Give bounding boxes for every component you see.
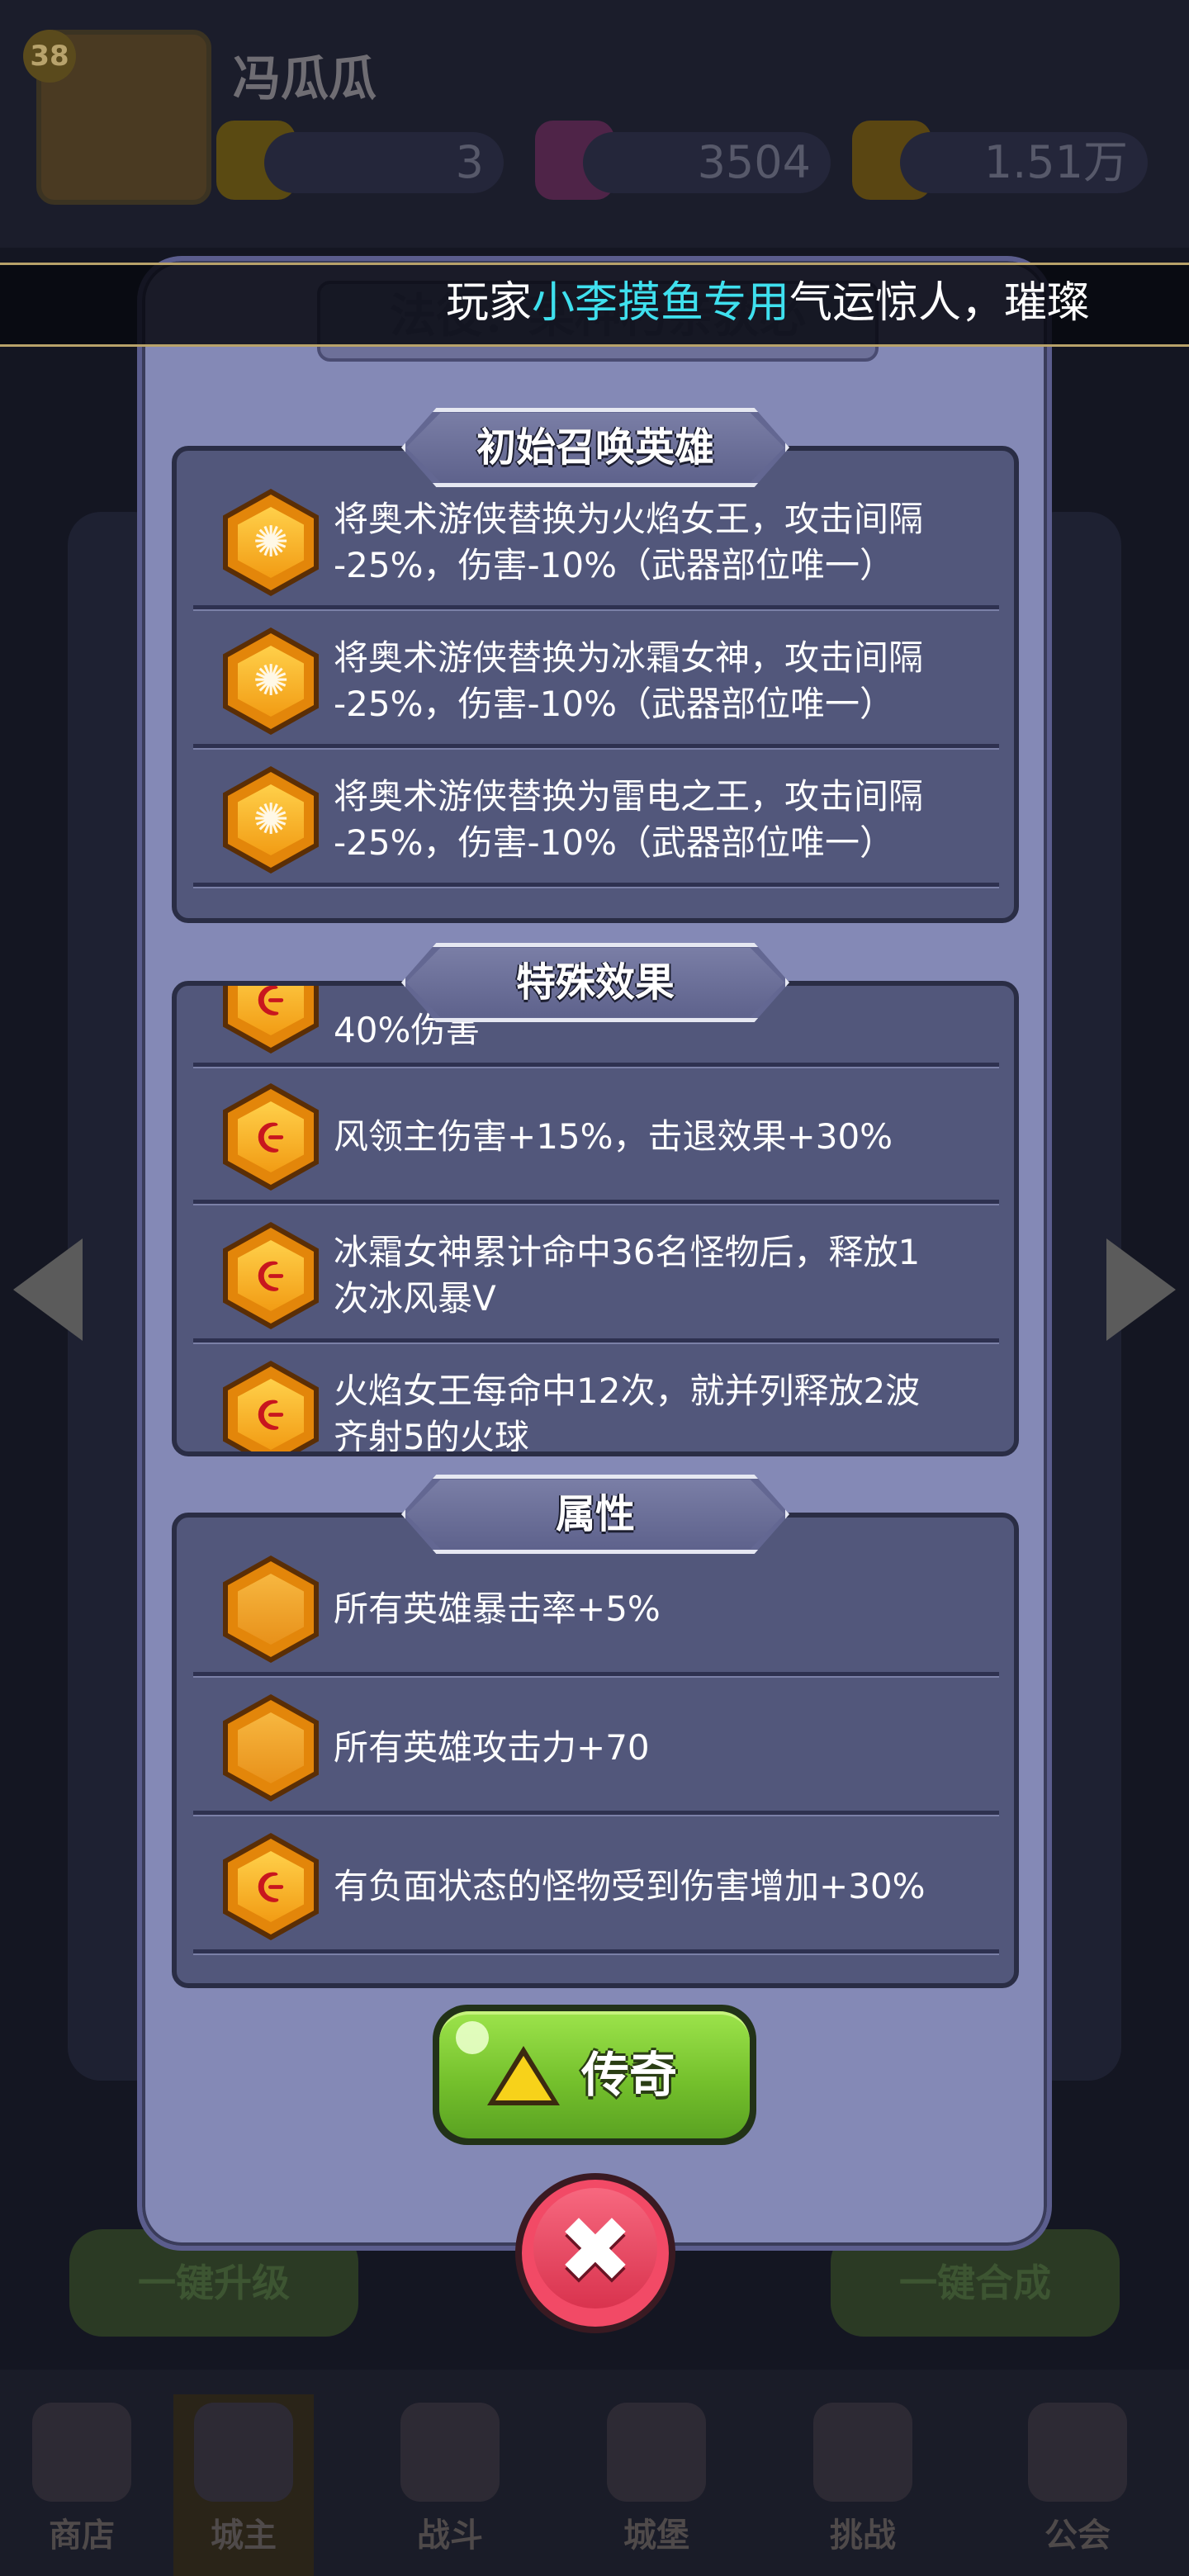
divider bbox=[193, 1063, 999, 1068]
spiral-icon: ૯ bbox=[223, 1361, 319, 1451]
player-name: 冯瓜瓜 bbox=[233, 50, 377, 107]
close-button[interactable]: ✖ bbox=[515, 2173, 675, 2333]
spiral-icon: ૯ bbox=[223, 986, 319, 1054]
nav-castle[interactable]: 城堡 bbox=[586, 2394, 727, 2576]
guild-icon bbox=[1028, 2403, 1127, 2502]
close-x-icon: ✖ bbox=[557, 2197, 634, 2303]
broadcast-banner: 玩家小李摸鱼专用气运惊人，璀璨 bbox=[0, 263, 1189, 347]
list-item: 所有英雄攻击力+70 bbox=[193, 1679, 999, 1816]
list-item: ૯ 风领主伤害+15%，击退效果+30% bbox=[193, 1068, 999, 1205]
player-level-badge: 38 bbox=[23, 30, 76, 83]
crystal-count: 3504 bbox=[583, 132, 831, 193]
divider bbox=[193, 1200, 999, 1205]
spiral-icon: ૯ bbox=[223, 1083, 319, 1191]
divider bbox=[193, 883, 999, 888]
section-special-effects[interactable]: ૯ 40%伤害 ૯ 风领主伤害+15%，击退效果+30% ૯ 冰霜女神累计命中3… bbox=[172, 981, 1019, 1456]
list-item: ✺ 将奥术游侠替换为火焰女王，攻击间隔 -25%，伤害-10%（武器部位唯一） bbox=[193, 474, 999, 611]
gold-count: 1.51万 bbox=[900, 132, 1148, 193]
shop-icon bbox=[32, 2403, 131, 2502]
divider bbox=[193, 744, 999, 750]
divider bbox=[193, 1811, 999, 1816]
arrow-left-icon[interactable] bbox=[13, 1238, 83, 1341]
list-item: ✺ 将奥术游侠替换为雷电之王，攻击间隔 -25%，伤害-10%（武器部位唯一） bbox=[193, 751, 999, 888]
swords-icon bbox=[400, 2403, 500, 2502]
divider bbox=[193, 1338, 999, 1344]
section-header-initial-summon: 初始召唤英雄 bbox=[401, 408, 789, 487]
plain-hex-icon bbox=[223, 1694, 319, 1802]
nav-lord[interactable]: 城主 bbox=[173, 2394, 314, 2576]
star-burst-icon: ✺ bbox=[223, 489, 319, 596]
star-burst-icon: ✺ bbox=[223, 627, 319, 735]
section-header-special-effects: 特殊效果 bbox=[401, 943, 789, 1022]
list-item: ૯ 有负面状态的怪物受到伤害增加+30% bbox=[193, 1818, 999, 1955]
star-burst-icon: ✺ bbox=[223, 766, 319, 874]
divider bbox=[193, 1672, 999, 1678]
list-item: ✺ 将奥术游侠替换为冰霜女神，攻击间隔 -25%，伤害-10%（武器部位唯一） bbox=[193, 613, 999, 750]
list-item: ૯ 冰霜女神累计命中36名怪物后，释放1 次冰风暴V bbox=[193, 1207, 999, 1344]
arrow-right-icon[interactable] bbox=[1106, 1238, 1176, 1341]
plain-hex-icon bbox=[223, 1556, 319, 1663]
nav-guild[interactable]: 公会 bbox=[1007, 2394, 1148, 2576]
crown-icon bbox=[194, 2403, 293, 2502]
list-item: 所有英雄暴击率+5% bbox=[193, 1541, 999, 1678]
divider bbox=[193, 1949, 999, 1955]
player-name-highlight: 小李摸鱼专用 bbox=[532, 278, 790, 328]
list-item: ૯ 火焰女王每命中12次，就并列释放2波 齐射5的火球 bbox=[193, 1346, 999, 1451]
spiral-icon: ૯ bbox=[223, 1833, 319, 1940]
divider bbox=[193, 605, 999, 611]
nav-challenge[interactable]: 挑战 bbox=[793, 2394, 933, 2576]
nav-shop[interactable]: 商店 bbox=[12, 2394, 152, 2576]
legend-button[interactable]: 传奇 bbox=[433, 2005, 756, 2145]
nav-battle[interactable]: 战斗 bbox=[380, 2394, 520, 2576]
gem-count: 3 bbox=[264, 132, 504, 193]
section-header-attributes: 属性 bbox=[401, 1475, 789, 1554]
castle-icon bbox=[607, 2403, 706, 2502]
challenge-icon bbox=[813, 2403, 912, 2502]
spiral-icon: ૯ bbox=[223, 1222, 319, 1329]
section-initial-summon: ✺ 将奥术游侠替换为火焰女王，攻击间隔 -25%，伤害-10%（武器部位唯一） ✺… bbox=[172, 446, 1019, 923]
section-attributes: 所有英雄暴击率+5% 所有英雄攻击力+70 ૯ 有负面状态的怪物受到伤害增加+3… bbox=[172, 1513, 1019, 1988]
